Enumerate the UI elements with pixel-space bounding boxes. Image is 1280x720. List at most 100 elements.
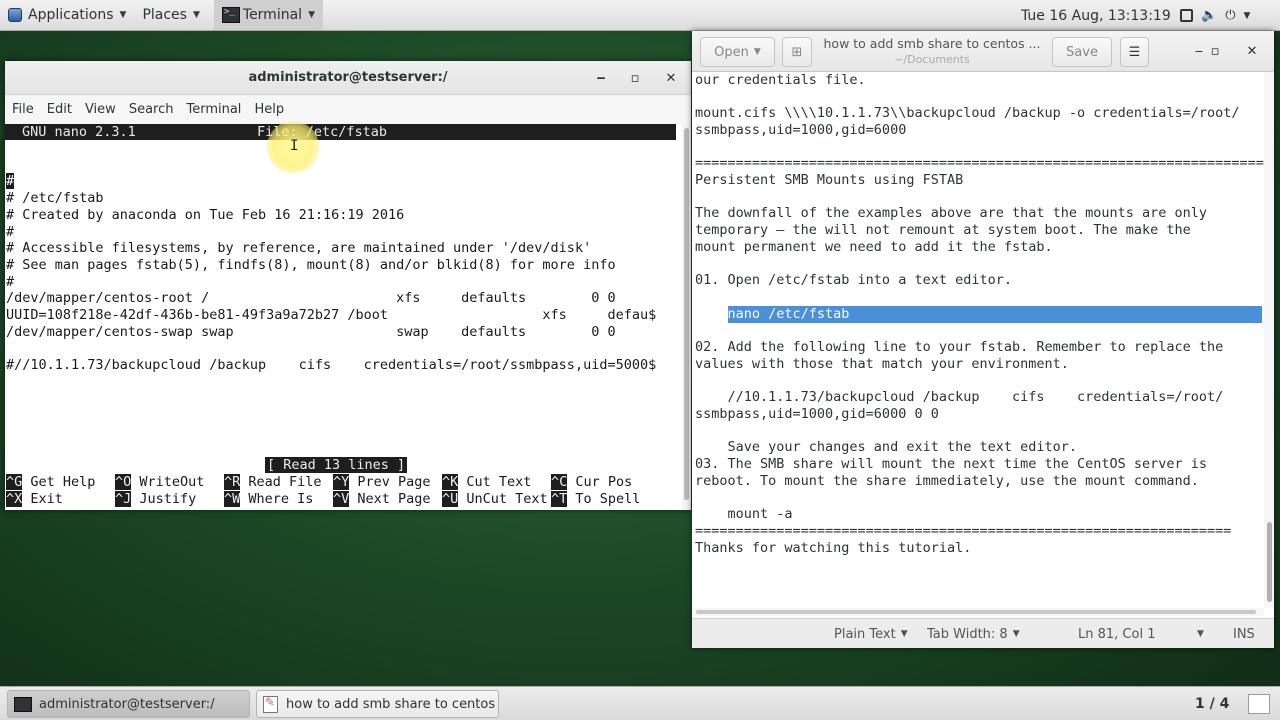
- editor-line: our credentials file.: [695, 72, 866, 88]
- tab-width-selector[interactable]: Tab Width: 8 ▼: [927, 619, 1020, 649]
- hamburger-menu-button[interactable]: ☰: [1120, 37, 1149, 67]
- power-icon: ⏻: [1225, 8, 1236, 23]
- chevron-down-icon: ▼: [753, 47, 761, 57]
- shortcut-cut-text[interactable]: ^K Cut Text: [442, 474, 531, 491]
- editor-line: ========================================…: [695, 155, 1264, 171]
- shortcut-uncut-text[interactable]: ^U UnCut Text: [442, 491, 548, 508]
- gedit-text-view[interactable]: our credentials file. mount.cifs \\\\10.…: [692, 72, 1264, 608]
- cursor: #: [6, 173, 15, 189]
- gedit-window: Open ▼ ⊞ how to add smb share to centos …: [692, 31, 1274, 648]
- shortcut-read-file[interactable]: ^R Read File: [224, 474, 322, 491]
- nano-version: GNU nano 2.3.1: [22, 124, 136, 140]
- shortcut-cur-pos[interactable]: ^C Cur Pos: [551, 474, 632, 491]
- terminal-line: #: [6, 224, 15, 240]
- screen-icon: [1180, 9, 1193, 22]
- save-button[interactable]: Save: [1052, 37, 1112, 67]
- shortcut-writeout[interactable]: ^O WriteOut: [115, 474, 204, 491]
- terminal-line: #//10.1.1.73/backupcloud /backup cifs cr…: [6, 357, 657, 373]
- gedit-headerbar[interactable]: Open ▼ ⊞ how to add smb share to centos …: [692, 31, 1274, 72]
- shortcut-justify[interactable]: ^J Justify: [115, 491, 196, 508]
- chevron-down-icon: ▼: [1197, 629, 1204, 639]
- terminal-body[interactable]: GNU nano 2.3.1 File: /etc/fstab # # /etc…: [5, 124, 680, 510]
- shortcut-get-help[interactable]: ^G Get Help: [6, 474, 95, 491]
- terminal-line: # Accessible filesystems, by reference, …: [6, 240, 592, 256]
- terminal-line: /dev/mapper/centos-swap swap swap defaul…: [6, 324, 616, 340]
- terminal-app-menu[interactable]: Terminal ▼: [213, 0, 323, 30]
- taskbar-terminal-button[interactable]: administrator@testserver:/: [7, 690, 250, 718]
- volume-icon: 🔈: [1201, 8, 1218, 23]
- scrollbar-thumb[interactable]: [684, 128, 689, 500]
- chevron-down-icon: ▼: [119, 10, 127, 20]
- maximize-icon[interactable]: ▫: [1200, 36, 1230, 66]
- gedit-vertical-scrollbar[interactable]: [1264, 72, 1274, 608]
- editor-line: values with those that match your enviro…: [695, 356, 1069, 372]
- chevron-down-icon: ▼: [1012, 629, 1020, 639]
- terminal-titlebar[interactable]: administrator@testserver:/ ‒ ▫ ✕: [5, 61, 691, 95]
- terminal-line: UUID=108f218e-42df-436b-be81-49f3a9a72b2…: [6, 307, 657, 323]
- clock[interactable]: Tue 16 Aug, 13:13:19: [1021, 0, 1171, 31]
- shortcut-row: ^X Exit ^J Justify ^W Where Is ^V Next P…: [6, 491, 676, 508]
- editor-line: Save your changes and exit the text edit…: [695, 439, 1078, 455]
- applications-label: Applications: [28, 7, 114, 23]
- workspace-switcher[interactable]: [1248, 694, 1270, 714]
- minimize-icon[interactable]: ‒: [586, 61, 616, 95]
- gedit-title: how to add smb share to centos ...: [823, 36, 1041, 51]
- terminal-icon: [14, 696, 32, 712]
- terminal-line: /dev/mapper/centos-root / xfs defaults 0…: [6, 290, 616, 306]
- shortcut-to-spell[interactable]: ^T To Spell: [551, 491, 640, 508]
- editor-line: temporary – the will not remount at syst…: [695, 222, 1191, 238]
- editor-line: mount.cifs \\\\10.1.1.73\\backupcloud /b…: [695, 105, 1240, 121]
- gedit-subtitle: ~/Documents: [894, 53, 970, 66]
- editor-line-selected: nano /etc/fstab: [695, 306, 850, 322]
- nano-header: GNU nano 2.3.1 File: /etc/fstab: [5, 124, 676, 140]
- menu-help[interactable]: Help: [249, 102, 289, 117]
- shortcut-exit[interactable]: ^X Exit: [6, 491, 63, 508]
- save-label: Save: [1066, 44, 1098, 60]
- places-label: Places: [142, 7, 187, 23]
- top-panel: Applications ▼ Places ▼ Terminal ▼ Tue 1…: [0, 0, 1280, 31]
- editor-line: reboot. To mount the share immediately, …: [695, 473, 1199, 489]
- shortcut-prev-page[interactable]: ^Y Prev Page: [333, 474, 431, 491]
- open-button[interactable]: Open ▼: [700, 37, 775, 67]
- places-menu[interactable]: Places ▼: [134, 0, 207, 30]
- text-cursor-icon: I: [290, 138, 299, 154]
- insert-mode: INS: [1233, 626, 1255, 642]
- menu-search[interactable]: Search: [124, 102, 179, 117]
- terminal-window: administrator@testserver:/ ‒ ▫ ✕ File Ed…: [5, 61, 691, 510]
- gedit-statusbar: Plain Text ▼ Tab Width: 8 ▼ Ln 81, Col 1…: [692, 618, 1274, 648]
- taskbar-gedit-label: how to add smb share to centos ...: [286, 696, 499, 712]
- scrollbar-thumb[interactable]: [1267, 522, 1272, 602]
- language-label: Plain Text: [834, 626, 896, 642]
- editor-line: 01. Open /etc/fstab into a text editor.: [695, 272, 1012, 288]
- editor-line: mount permanent we need to add it the fs…: [695, 239, 1053, 255]
- terminal-line: # See man pages fstab(5), findfs(8), mou…: [6, 257, 616, 273]
- scrollbar-thumb[interactable]: [696, 610, 1256, 614]
- terminal-line: #: [6, 274, 15, 290]
- editor-line: ssmbpass,uid=1000,gid=6000: [695, 122, 907, 138]
- cursor-position-label: Ln 81, Col 1: [1078, 626, 1156, 642]
- applications-menu[interactable]: Applications ▼: [0, 0, 134, 30]
- menu-view[interactable]: View: [80, 102, 121, 117]
- maximize-icon[interactable]: ▫: [620, 61, 650, 95]
- language-selector[interactable]: Plain Text ▼: [834, 619, 908, 649]
- menu-terminal[interactable]: Terminal: [181, 102, 246, 117]
- editor-line: ssmbpass,uid=1000,gid=6000 0 0: [695, 406, 939, 422]
- terminal-app-label: Terminal: [242, 7, 303, 23]
- terminal-scrollbar[interactable]: [682, 124, 691, 510]
- editor-line: Thanks for watching this tutorial.: [695, 540, 972, 556]
- new-tab-button[interactable]: ⊞: [782, 37, 812, 67]
- system-status-menu[interactable]: 🔈 ⏻ ▼: [1180, 0, 1250, 31]
- menu-file[interactable]: File: [7, 102, 39, 117]
- close-icon[interactable]: ✕: [1237, 36, 1267, 66]
- position-dropdown[interactable]: ▼: [1192, 619, 1204, 649]
- cursor-position[interactable]: Ln 81, Col 1: [1078, 619, 1155, 649]
- editor-line: 02. Add the following line to your fstab…: [695, 339, 1224, 355]
- shortcut-row: ^G Get Help ^O WriteOut ^R Read File ^Y …: [6, 474, 676, 491]
- shortcut-next-page[interactable]: ^V Next Page: [333, 491, 431, 508]
- shortcut-where-is[interactable]: ^W Where Is: [224, 491, 313, 508]
- menu-edit[interactable]: Edit: [42, 102, 77, 117]
- close-icon[interactable]: ✕: [656, 61, 686, 95]
- gedit-horizontal-scrollbar[interactable]: [692, 608, 1264, 616]
- taskbar-gedit-button[interactable]: how to add smb share to centos ...: [256, 690, 499, 718]
- nano-status-message: [ Read 13 lines ]: [265, 457, 408, 473]
